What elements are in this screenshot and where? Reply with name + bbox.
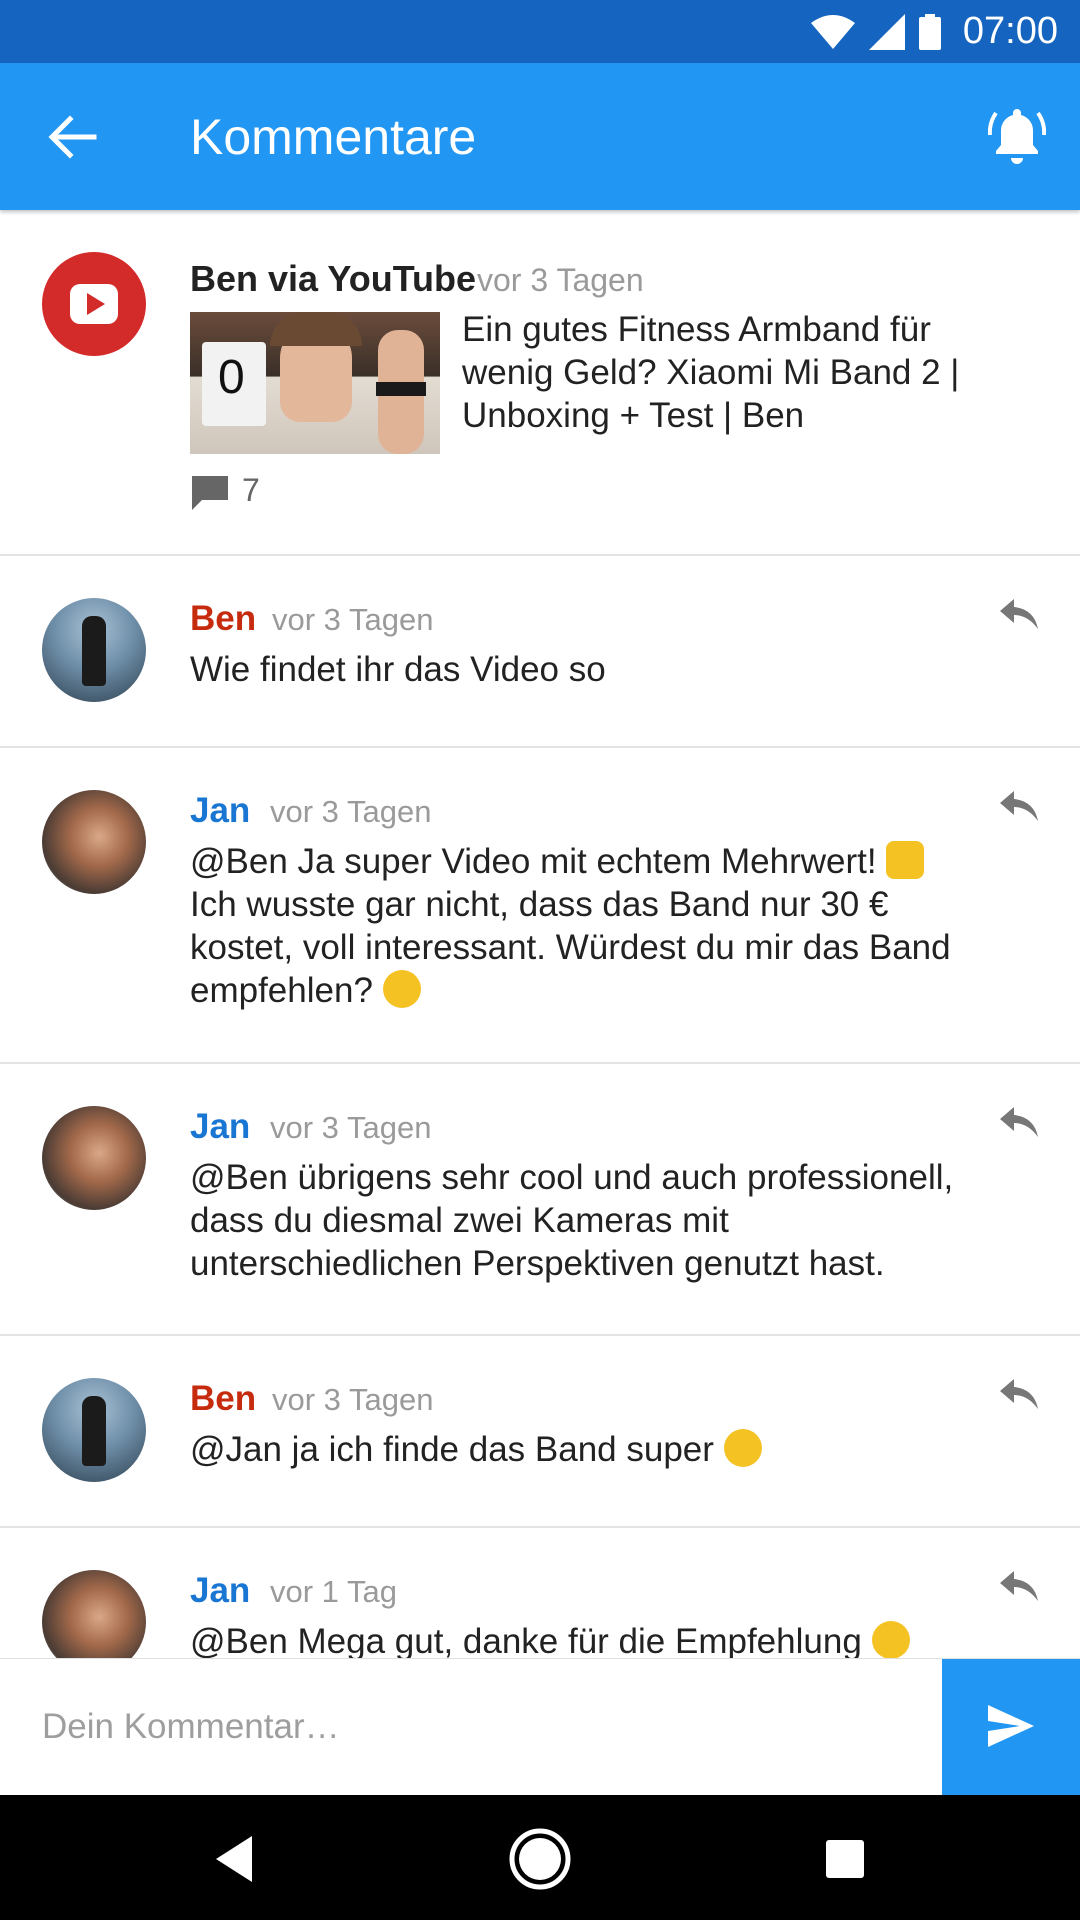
signal-icon — [868, 13, 905, 50]
page-title: Kommentare — [190, 109, 477, 165]
avatar[interactable] — [42, 790, 146, 894]
thumbnail-text: 0 — [218, 351, 245, 404]
comment-time: vor 3 Tagen — [270, 1110, 432, 1145]
comment-text: @Ben übrigens sehr cool und auch profes­… — [190, 1158, 954, 1283]
reply-icon[interactable] — [1000, 599, 1038, 629]
reply-icon[interactable] — [1000, 1571, 1038, 1601]
comment-author[interactable]: Ben — [190, 599, 256, 639]
video-thumbnail[interactable]: 0 — [190, 312, 440, 454]
video-post[interactable]: Ben via YouTube vor 3 Tagen 0 Ein gutes … — [0, 210, 1080, 556]
comment-item[interactable]: Ben vor 3 Tagen @Jan ja ich finde das Ba… — [0, 1336, 1080, 1528]
avatar[interactable] — [42, 1378, 146, 1482]
comment-count: 7 — [242, 472, 260, 508]
comment-author[interactable]: Jan — [190, 1107, 250, 1147]
grinning-face-emoji-icon — [723, 1429, 762, 1467]
comment-text: @Ben Ja super Video mit echtem Mehrwert!… — [190, 840, 980, 1012]
comment-feed[interactable]: Ben via YouTube vor 3 Tagen 0 Ein gutes … — [0, 210, 1080, 1658]
post-time: vor 3 Tagen — [477, 262, 644, 298]
comment-item[interactable]: Jan vor 3 Tagen @Ben übrigens sehr cool … — [0, 1064, 1080, 1336]
post-author: Ben via YouTube — [190, 258, 477, 299]
comment-text-part: @Ben Mega gut, danke für die Empfehlung — [190, 1622, 872, 1658]
system-navigation-bar — [0, 1794, 1080, 1920]
battery-icon — [918, 13, 941, 50]
comment-time: vor 3 Tagen — [270, 794, 432, 829]
comment-icon — [192, 476, 228, 510]
app-bar: Kommentare — [0, 63, 1080, 210]
avatar[interactable] — [42, 1106, 146, 1210]
notification-bell-icon[interactable] — [988, 105, 1046, 167]
comment-text-part: @Jan ja ich finde das Band super — [190, 1430, 724, 1469]
comment-input[interactable]: Dein Kommentar… — [42, 1707, 340, 1747]
comment-item[interactable]: Ben vor 3 Tagen Wie findet ihr das Video… — [0, 556, 1080, 748]
comment-text-part: @Ben Ja super Video mit echtem Mehrwert! — [190, 842, 877, 881]
reply-icon[interactable] — [1000, 791, 1038, 821]
nav-home-icon[interactable] — [505, 1824, 575, 1894]
reply-icon[interactable] — [1000, 1107, 1038, 1137]
comment-author[interactable]: Ben — [190, 1379, 256, 1419]
comment-time: vor 3 Tagen — [272, 602, 434, 637]
wifi-icon — [810, 14, 855, 49]
comment-author[interactable]: Jan — [190, 791, 250, 831]
send-icon — [988, 1705, 1034, 1747]
comment-item[interactable]: Jan vor 1 Tag @Ben Mega gut, danke für d… — [0, 1528, 1080, 1658]
send-button[interactable] — [942, 1659, 1080, 1795]
comment-text: @Ben Mega gut, danke für die Empfehlung — [190, 1620, 980, 1658]
avatar[interactable] — [42, 598, 146, 702]
comment-author[interactable]: Jan — [190, 1571, 250, 1611]
comment-input-bar: Dein Kommentar… — [0, 1658, 1080, 1795]
comment-text-part: Ich wusste gar nicht, dass das Band nur … — [190, 885, 951, 1010]
comment-text: Wie findet ihr das Video so — [190, 650, 606, 689]
grinning-face-emoji-icon — [871, 1621, 910, 1658]
status-time: 07:00 — [962, 10, 1058, 52]
thinking-face-emoji-icon — [382, 970, 421, 1008]
video-title[interactable]: Ein gutes Fitness Armband für wenig Geld… — [462, 308, 1022, 437]
comment-time: vor 3 Tagen — [272, 1382, 434, 1417]
arrow-back-icon[interactable] — [44, 109, 100, 165]
status-bar: 07:00 — [0, 0, 1080, 63]
youtube-icon — [42, 252, 146, 356]
nav-back-icon[interactable] — [200, 1824, 270, 1894]
reply-icon[interactable] — [1000, 1379, 1038, 1409]
comment-text: @Jan ja ich finde das Band super — [190, 1428, 980, 1471]
thumbs-up-emoji-icon — [886, 841, 925, 879]
nav-recents-icon[interactable] — [810, 1824, 880, 1894]
avatar[interactable] — [42, 1570, 146, 1658]
comment-time: vor 1 Tag — [270, 1574, 397, 1609]
comment-item[interactable]: Jan vor 3 Tagen @Ben Ja super Video mit … — [0, 748, 1080, 1064]
